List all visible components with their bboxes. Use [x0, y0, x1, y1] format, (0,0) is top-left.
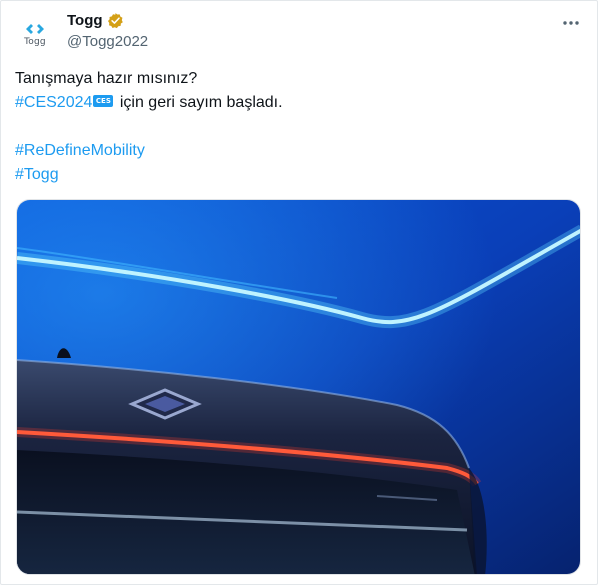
author-handle[interactable]: @Togg2022: [67, 33, 148, 50]
tweet-line-2-text: için geri sayım başladı.: [115, 94, 283, 111]
tweet-line-1: Tanışmaya hazır mısınız?: [15, 70, 198, 87]
avatar-brand-text: Togg: [24, 36, 46, 47]
verified-badge-icon: [107, 13, 123, 29]
hashtag-redefinemobility[interactable]: #ReDefineMobility: [15, 142, 145, 159]
ces-emoji-icon: CES: [93, 95, 114, 108]
tweet-line-4: #Togg: [15, 163, 585, 187]
tweet-line-3: #ReDefineMobility: [15, 139, 585, 163]
avatar[interactable]: Togg: [14, 13, 56, 55]
car-rear-photo: [17, 200, 580, 574]
tweet-line-2: #CES2024 CES için geri sayım başladı.: [15, 91, 585, 115]
hashtag-ces2024[interactable]: #CES2024: [15, 94, 92, 111]
hashtag-togg[interactable]: #Togg: [15, 166, 59, 183]
display-name[interactable]: Togg: [67, 12, 103, 29]
togg-logo-icon: [26, 23, 44, 34]
more-options-button[interactable]: [561, 13, 581, 33]
tweet-media-image[interactable]: [16, 199, 581, 575]
author-name-row: Togg: [67, 12, 124, 29]
tweet-card[interactable]: Togg Togg @Togg2022 Tanışmaya hazır mısı…: [0, 0, 598, 585]
tweet-text: Tanışmaya hazır mısınız? #CES2024 CES içi…: [15, 67, 585, 187]
more-horizontal-icon: [563, 21, 579, 25]
